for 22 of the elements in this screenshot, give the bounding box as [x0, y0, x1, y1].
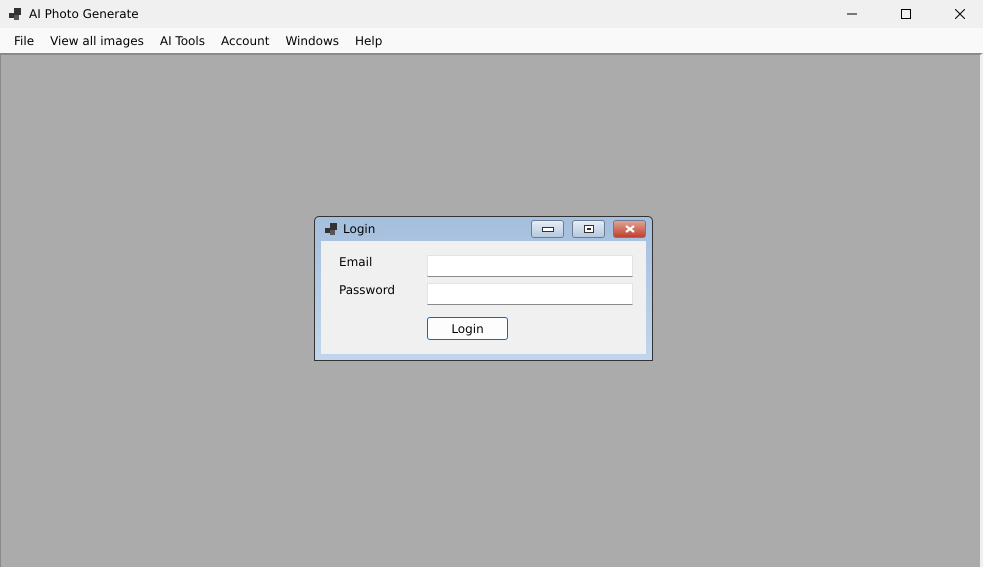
app-icon — [9, 8, 21, 20]
input-field[interactable] — [427, 255, 633, 277]
login-window-title: Login — [343, 222, 376, 236]
maximize-icon — [901, 9, 911, 19]
input-field[interactable] — [427, 283, 633, 305]
menu-item[interactable]: Account — [212, 34, 278, 48]
app-icon — [325, 223, 337, 235]
menu-item[interactable]: View all images — [42, 34, 152, 48]
restore-button[interactable] — [572, 220, 605, 238]
menu-item[interactable]: File — [6, 34, 42, 48]
menu-item[interactable]: Help — [347, 34, 390, 48]
field-label: Email — [339, 255, 374, 271]
menu-item[interactable]: Windows — [277, 34, 348, 48]
login-button[interactable]: Login — [427, 317, 508, 340]
menu-item[interactable]: AI Tools — [152, 34, 213, 48]
minimize-button[interactable] — [531, 220, 564, 238]
field-label: Password — [339, 283, 396, 299]
restore-icon — [584, 225, 594, 233]
close-icon — [955, 9, 965, 19]
window-title: AI Photo Generate — [29, 7, 140, 21]
close-icon — [624, 225, 634, 233]
minimize-icon — [542, 226, 554, 232]
